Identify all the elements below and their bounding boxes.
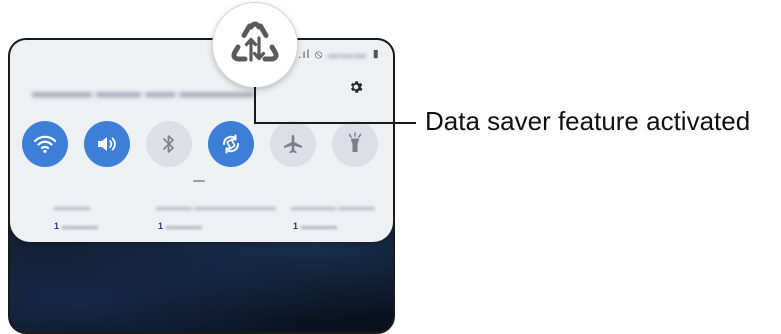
- wifi-icon: [33, 135, 57, 153]
- sim-column-value: ▬▬▬▬: [62, 221, 98, 231]
- sim-badge: 1: [158, 221, 164, 231]
- quick-settings-panel: .ıl ⦸ ▬▬▬ ▮ ▬▬▬▬ ▬▬▬ ▬▬ ▬▬▬▬▬ ▬▬▬▬ 1 ▬▬▬…: [10, 40, 393, 242]
- data-saver-icon: [231, 21, 279, 62]
- status-text-blurred: ▬▬▬: [327, 47, 367, 61]
- wifi-toggle[interactable]: [22, 121, 68, 167]
- sim-column-value: ▬▬▬▬: [166, 221, 202, 231]
- bluetooth-toggle[interactable]: [146, 121, 192, 167]
- auto-rotate-toggle[interactable]: [208, 121, 254, 167]
- date-time-text: ▬▬▬▬ ▬▬▬ ▬▬ ▬▬▬▬▬: [32, 84, 255, 101]
- auto-rotate-icon: [222, 134, 240, 154]
- panel-drag-handle[interactable]: [193, 180, 205, 182]
- data-saver-callout-badge: [213, 3, 297, 87]
- sim-badge: 1: [54, 221, 60, 231]
- airplane-mode-icon: [284, 135, 302, 154]
- flashlight-icon: [348, 132, 362, 152]
- sim-badge: 1: [293, 221, 299, 231]
- signal-icon: .ıl: [298, 47, 311, 61]
- sim-column-value: ▬▬▬▬: [301, 221, 337, 231]
- sim-column-title: ▬▬▬▬▬ ▬▬▬▬: [291, 202, 375, 212]
- callout-label: Data saver feature activated: [425, 106, 751, 136]
- phone-screen: .ıl ⦸ ▬▬▬ ▮ ▬▬▬▬ ▬▬▬ ▬▬ ▬▬▬▬▬ ▬▬▬▬ 1 ▬▬▬…: [8, 38, 395, 334]
- status-bar-icons: .ıl ⦸ ▬▬▬ ▮: [298, 47, 381, 62]
- airplane-mode-toggle[interactable]: [270, 121, 316, 167]
- sound-icon: [98, 137, 116, 151]
- flashlight-toggle[interactable]: [332, 121, 378, 167]
- callout-leader-line: [254, 122, 416, 124]
- sim-column-title: ▬▬▬▬: [54, 202, 90, 212]
- battery-icon: ▮: [371, 47, 382, 61]
- sim-column-title: ▬▬▬▬ ▬▬▬▬▬▬▬▬▬: [156, 202, 276, 212]
- sound-toggle[interactable]: [84, 121, 130, 167]
- settings-gear-icon[interactable]: [346, 79, 366, 99]
- callout-leader-line: [254, 87, 256, 124]
- no-sim-icon: ⦸: [314, 47, 324, 61]
- bluetooth-icon: [163, 135, 174, 153]
